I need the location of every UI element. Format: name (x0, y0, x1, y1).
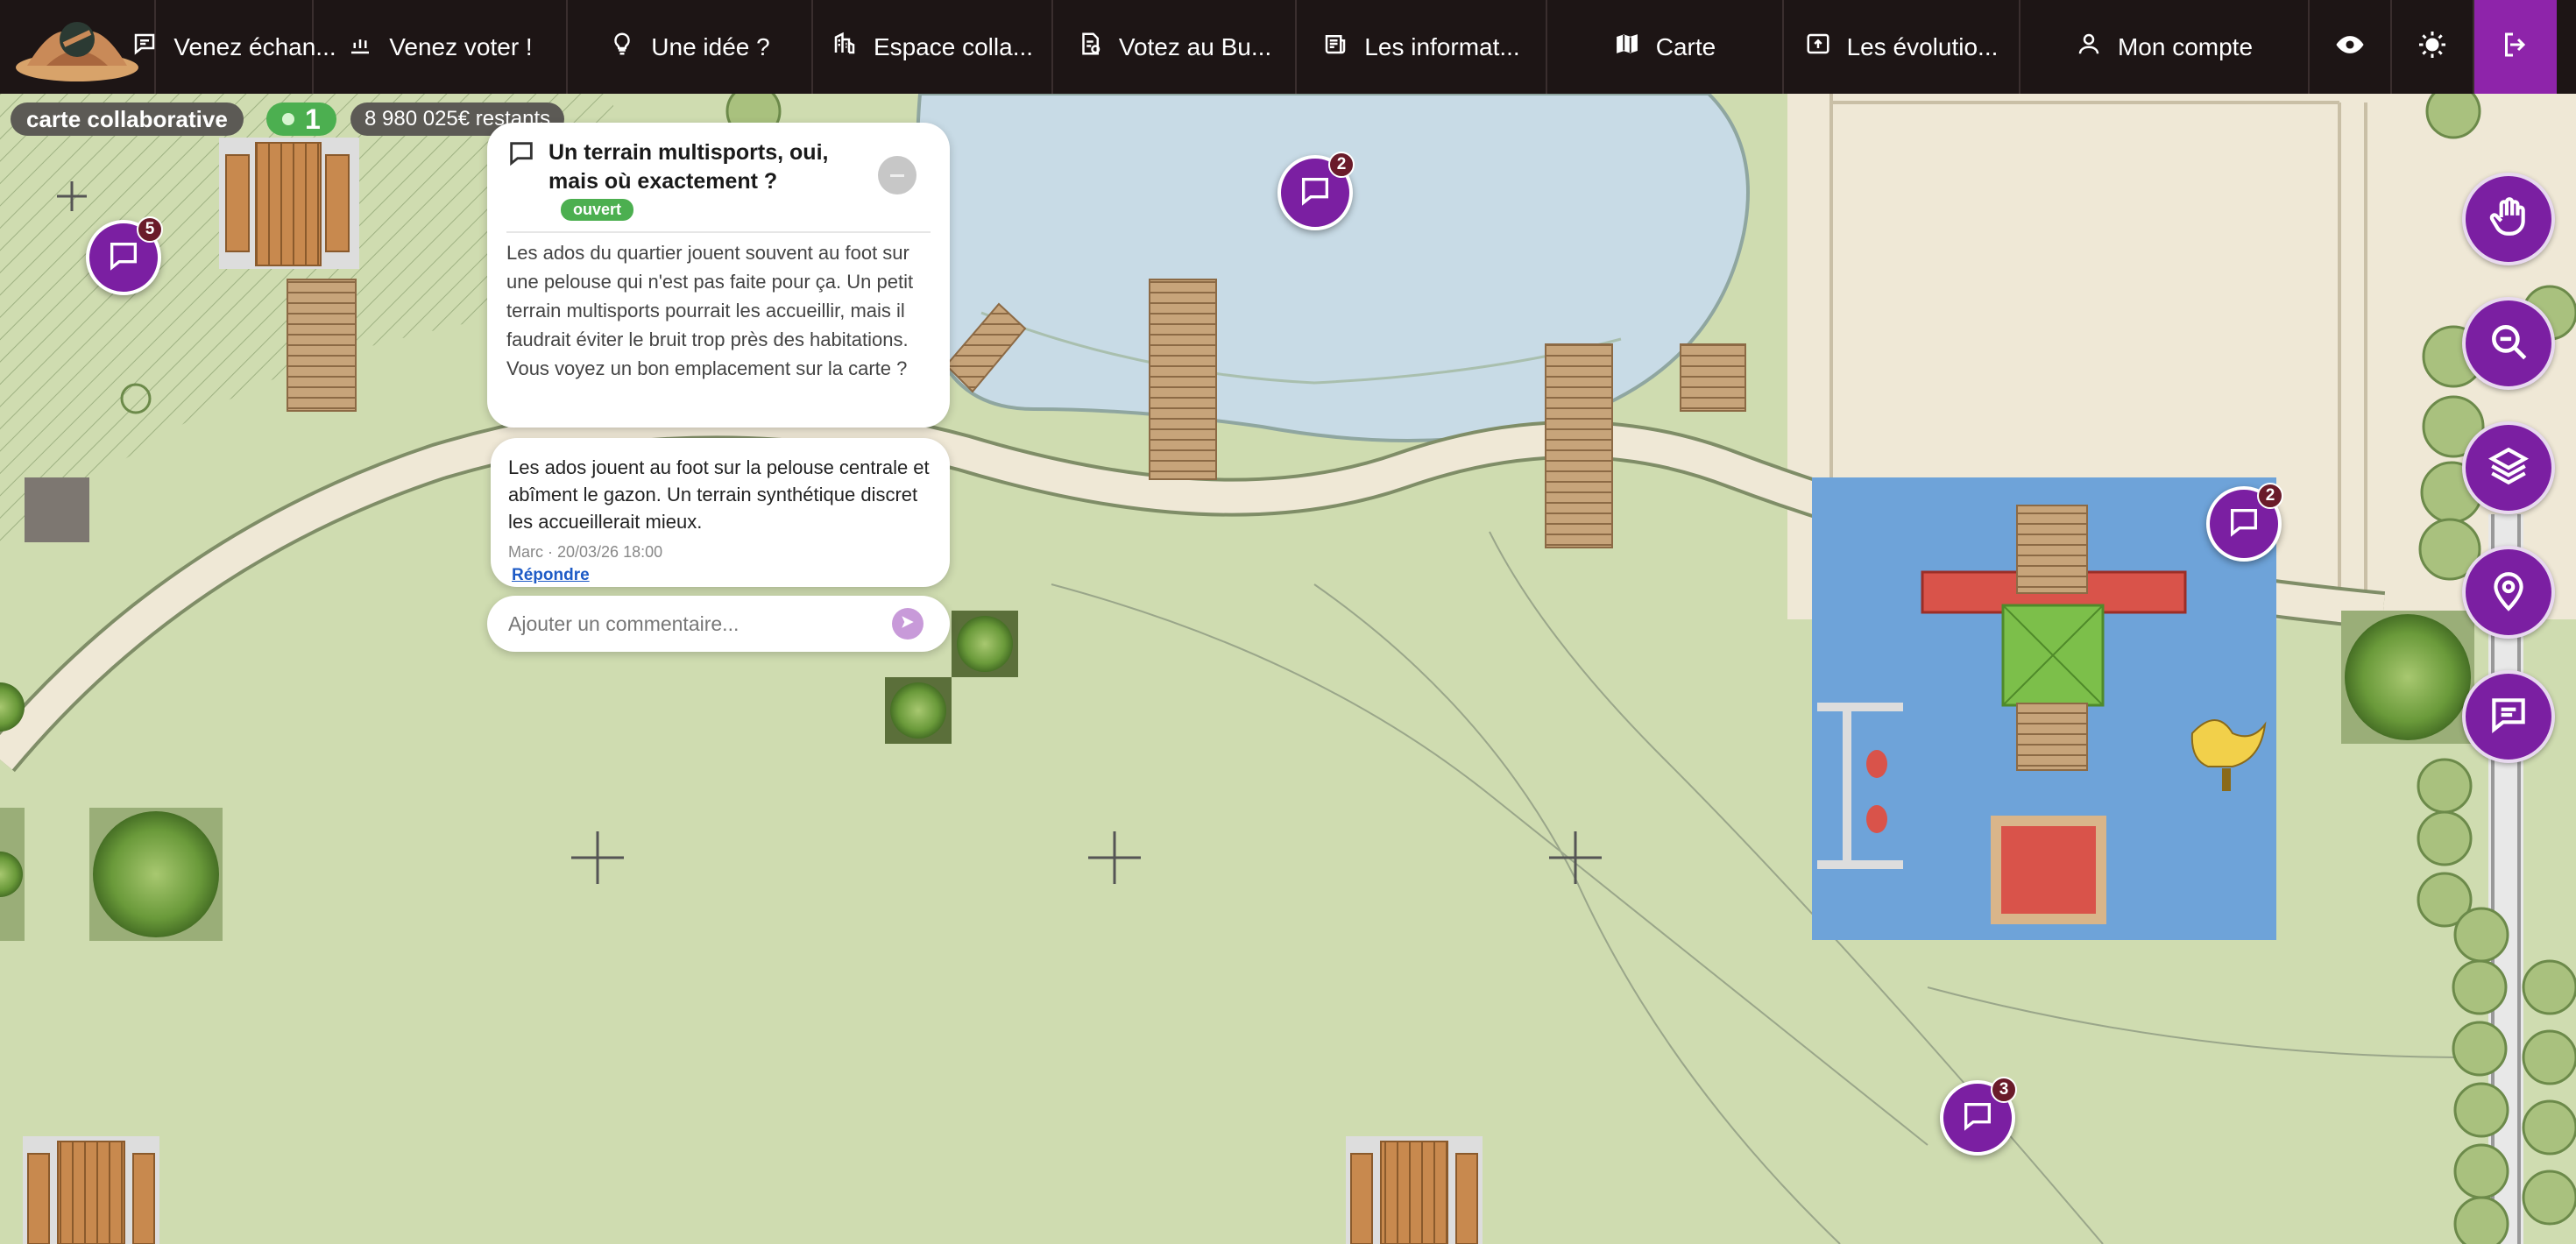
chat-bubble-icon (1960, 1099, 1995, 1138)
eye-icon (2335, 30, 2365, 64)
discussion-marker[interactable]: 2 (1277, 152, 1355, 230)
chat-icon (131, 31, 158, 63)
comment-text: Les ados jouent au foot sur la pelouse c… (508, 456, 930, 533)
status-badge: ouvert (561, 199, 634, 221)
comment-meta: Marc · 20/03/26 18:00 (508, 543, 663, 561)
nav-item-mon-compte[interactable]: Mon compte (2020, 0, 2310, 94)
map-title-pill: carte collaborative (11, 102, 244, 136)
layers-icon (2487, 444, 2530, 492)
marker-count-badge: 2 (2257, 483, 2283, 509)
discussion-tool-button[interactable] (2462, 670, 2555, 763)
send-icon (900, 614, 916, 634)
nav-item-idee[interactable]: Une idée ? (568, 0, 813, 94)
nav-item-espace-collaboratif[interactable]: Espace colla... (813, 0, 1053, 94)
chat-bubble-icon (106, 238, 141, 278)
topic-card: Un terrain multisports, oui, mais où exa… (487, 123, 950, 428)
discussion-marker[interactable]: 5 (86, 216, 163, 295)
online-users-pill: 1 (266, 102, 336, 136)
chart-icon (347, 31, 373, 63)
nav-item-carte[interactable]: Carte (1547, 0, 1784, 94)
marker-count-badge: 3 (1991, 1077, 2017, 1103)
collab-icon (832, 31, 858, 63)
marker-count-badge: 2 (1328, 152, 1355, 178)
online-dot-icon (282, 113, 294, 125)
top-navigation-bar: Venez échan... Venez voter ! Une idée ? … (0, 0, 2576, 94)
nav-item-evolutions[interactable]: Les évolutio... (1784, 0, 2020, 94)
comment-icon (2487, 693, 2530, 741)
marker-count-badge: 5 (137, 216, 163, 243)
comment-card: Les ados jouent au foot sur la pelouse c… (491, 438, 950, 587)
send-comment-button[interactable] (892, 608, 924, 640)
logout-button[interactable] (2474, 0, 2557, 94)
budget-icon (1077, 31, 1103, 63)
sun-icon (2417, 29, 2448, 65)
chat-bubble-icon (2226, 505, 2261, 544)
add-comment-bar (487, 596, 950, 652)
layers-button[interactable] (2462, 421, 2555, 514)
topic-title: Un terrain multisports, oui, mais où exa… (548, 140, 829, 194)
theme-toggle[interactable] (2392, 0, 2474, 94)
lightbulb-icon (609, 31, 635, 63)
divider (506, 231, 931, 233)
discussion-marker[interactable]: 3 (1940, 1077, 2017, 1156)
nav-item-voter[interactable]: Venez voter ! (314, 0, 568, 94)
evolution-icon (1805, 31, 1831, 63)
reply-link[interactable]: Répondre (512, 566, 590, 585)
hand-icon (2487, 195, 2530, 244)
pan-tool-button[interactable] (2462, 173, 2555, 265)
nav-item-votez-budget[interactable]: Votez au Bu... (1053, 0, 1297, 94)
map-pin-icon (2487, 569, 2530, 617)
zoom-out-icon (2487, 320, 2530, 368)
comment-input[interactable] (508, 606, 876, 641)
collaborative-map[interactable]: carte collaborative 1 8 980 025€ restant… (0, 94, 2576, 1244)
visibility-toggle[interactable] (2310, 0, 2392, 94)
minus-icon (890, 173, 904, 177)
topic-chat-icon (506, 138, 536, 173)
chat-bubble-icon (1298, 173, 1333, 213)
topic-body: Les ados du quartier jouent souvent au f… (506, 242, 914, 379)
nav-item-echanger[interactable]: Venez échan... (135, 0, 336, 94)
zoom-out-button[interactable] (2462, 297, 2555, 390)
nav-item-informations[interactable]: Les informat... (1297, 0, 1547, 94)
news-icon (1322, 31, 1348, 63)
map-background (0, 94, 2576, 1244)
logout-icon (2500, 29, 2531, 65)
discussion-marker[interactable]: 2 (2206, 483, 2283, 562)
user-icon (2076, 31, 2102, 63)
location-button[interactable] (2462, 546, 2555, 639)
map-icon (1614, 31, 1640, 63)
collapse-topic-button[interactable] (878, 156, 916, 194)
